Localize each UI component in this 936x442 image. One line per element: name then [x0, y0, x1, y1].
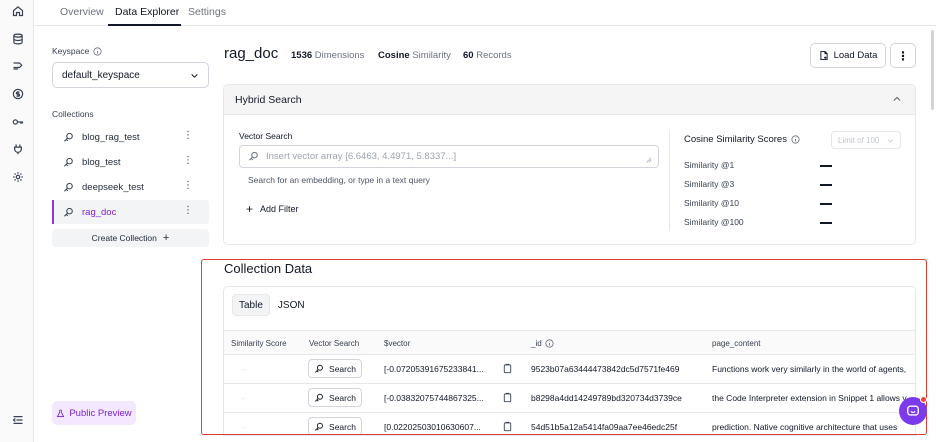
gear-icon[interactable]	[11, 170, 24, 183]
more-options-icon[interactable]: ⋮	[183, 205, 193, 217]
keyspace-select[interactable]: default_keyspace	[52, 62, 209, 88]
dollar-icon[interactable]	[11, 87, 24, 100]
add-filter-button[interactable]: + Add Filter	[246, 202, 299, 216]
resize-handle-icon[interactable]	[646, 157, 652, 163]
collection-item-selected[interactable]: rag_doc ⋮	[52, 200, 209, 224]
plus-icon: +	[162, 232, 170, 244]
similarity-at-1-value	[820, 165, 832, 167]
keyspace-value: default_keyspace	[62, 69, 140, 81]
file-icon	[819, 50, 828, 61]
collections-label: Collections	[52, 109, 94, 119]
collection-icon	[62, 131, 74, 143]
plus-icon: +	[246, 202, 254, 216]
limit-select[interactable]: Limit of 100	[831, 131, 901, 149]
load-data-button[interactable]: Load Data	[810, 43, 886, 68]
database-icon[interactable]	[11, 32, 24, 45]
keyspace-label: Keyspace	[52, 46, 102, 56]
similarity-scores-title: Cosine Similarity Scores	[684, 134, 800, 145]
collection-icon	[249, 151, 258, 161]
route-icon[interactable]	[11, 59, 24, 72]
divider	[669, 131, 670, 231]
similarity-at-100-label: Similarity @100	[684, 217, 744, 227]
dimensions-stat: 1536 Dimensions	[291, 50, 365, 61]
metric-stat: Cosine Similarity	[378, 50, 451, 61]
more-options-icon[interactable]: ⋮	[183, 155, 193, 167]
chevron-down-icon	[888, 139, 893, 143]
collection-item[interactable]: blog_rag_test ⋮	[52, 125, 209, 149]
key-icon[interactable]	[11, 115, 24, 128]
similarity-at-10-value	[820, 203, 832, 205]
similarity-at-3-value	[820, 184, 832, 186]
hybrid-search-panel: Hybrid Search Vector Search Insert vecto…	[223, 84, 916, 245]
notification-badge	[920, 396, 927, 403]
chevron-down-icon	[191, 74, 198, 78]
tab-settings[interactable]: Settings	[188, 6, 226, 18]
similarity-at-1-label: Similarity @1	[684, 160, 735, 170]
collapse-icon[interactable]	[11, 413, 24, 426]
more-options-icon[interactable]: ⋮	[183, 130, 193, 142]
vector-search-input[interactable]: Insert vector array [6.6463, 4.4971, 5.8…	[239, 145, 659, 168]
more-actions-button[interactable]: ⋮	[890, 43, 916, 68]
home-icon[interactable]	[11, 4, 24, 17]
similarity-at-100-value	[820, 222, 832, 224]
create-collection-button[interactable]: Create Collection +	[52, 229, 209, 247]
info-icon[interactable]	[93, 46, 102, 56]
collection-title: rag_doc	[224, 45, 279, 62]
left-rail	[0, 0, 34, 442]
highlight-frame	[201, 259, 927, 435]
hybrid-search-title: Hybrid Search	[235, 94, 302, 106]
collection-item[interactable]: deepseek_test ⋮	[52, 175, 209, 199]
flask-icon	[57, 409, 65, 417]
vector-search-placeholder: Insert vector array [6.6463, 4.4971, 5.8…	[266, 151, 457, 162]
tab-overview[interactable]: Overview	[60, 6, 104, 18]
collection-item[interactable]: blog_test ⋮	[52, 150, 209, 174]
similarity-at-10-label: Similarity @10	[684, 198, 739, 208]
scrollbar[interactable]	[931, 30, 934, 110]
hybrid-search-header[interactable]: Hybrid Search	[224, 85, 915, 115]
collection-icon	[62, 206, 74, 218]
plug-icon[interactable]	[11, 142, 24, 155]
more-options-icon[interactable]: ⋮	[183, 180, 193, 192]
chat-icon	[907, 405, 919, 416]
chevron-up-icon[interactable]	[892, 94, 902, 104]
info-icon[interactable]	[791, 135, 800, 144]
similarity-at-3-label: Similarity @3	[684, 179, 735, 189]
vector-search-label: Vector Search	[239, 131, 293, 141]
collection-icon	[62, 156, 74, 168]
tab-data-explorer[interactable]: Data Explorer	[115, 6, 179, 18]
active-tab-indicator	[108, 24, 181, 26]
records-stat: 60 Records	[463, 50, 512, 61]
collection-icon	[62, 181, 74, 193]
top-tabs: Overview Data Explorer Settings	[34, 0, 936, 26]
vector-search-help: Search for an embedding, or type in a te…	[248, 175, 430, 185]
public-preview-button[interactable]: Public Preview	[52, 401, 136, 425]
